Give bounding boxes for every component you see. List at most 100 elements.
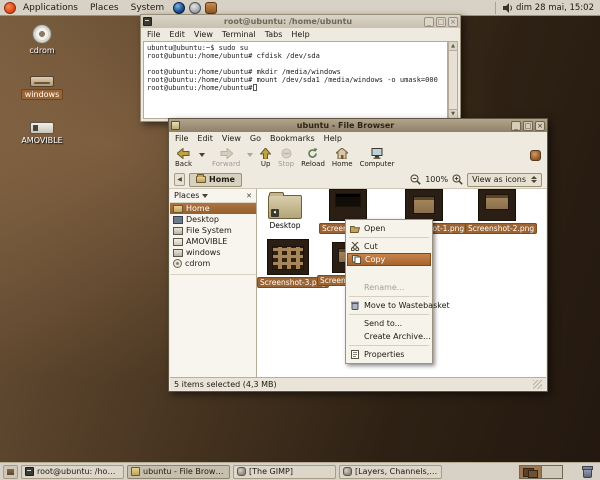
trash-icon bbox=[350, 301, 360, 310]
screenshot-3-thumbnail bbox=[267, 239, 309, 275]
minimize-button[interactable]: _ bbox=[424, 16, 434, 27]
desktop-icon-windows[interactable]: windows bbox=[10, 76, 74, 100]
menu-item-open[interactable]: Open bbox=[347, 222, 431, 235]
menu-item-copy[interactable]: Copy bbox=[347, 253, 431, 266]
desktop-icon-cdrom[interactable]: cdrom bbox=[10, 24, 74, 55]
terminal-titlebar[interactable]: root@ubuntu: /home/ubuntu _ □ × bbox=[141, 15, 460, 28]
close-button[interactable]: × bbox=[535, 120, 545, 131]
terminal-cursor bbox=[253, 84, 258, 91]
file-desktop[interactable]: Desktop bbox=[259, 192, 311, 230]
fb-menu-view[interactable]: View bbox=[222, 134, 241, 143]
forward-arrow-icon bbox=[220, 148, 233, 159]
maximize-button[interactable]: □ bbox=[436, 16, 446, 27]
panel-separator bbox=[494, 1, 496, 14]
back-button[interactable]: Back bbox=[175, 148, 192, 168]
file-screenshot-3-png[interactable]: Screenshot-3.png bbox=[257, 239, 330, 288]
desktop-icon-amovible[interactable]: AMOVIBLE bbox=[10, 122, 74, 145]
terminal-menu-edit[interactable]: Edit bbox=[169, 30, 185, 39]
help-icon[interactable] bbox=[189, 1, 202, 14]
file-screenshot-2-png[interactable]: Screenshot-2.png bbox=[465, 189, 538, 234]
file-browser-menubar: File Edit View Go Bookmarks Help bbox=[169, 132, 547, 146]
sidebar-close-icon[interactable]: ✕ bbox=[246, 192, 252, 200]
terminal-menu-view[interactable]: View bbox=[194, 30, 213, 39]
taskbar-item-terminal[interactable]: root@ubuntu: /home/ubuntu bbox=[21, 464, 124, 479]
status-text: 5 items selected (4,3 MB) bbox=[174, 379, 277, 389]
sidebar-header[interactable]: Places bbox=[174, 191, 199, 200]
sidebar-item-file-system[interactable]: File System bbox=[170, 225, 256, 236]
computer-button[interactable]: Computer bbox=[360, 148, 394, 168]
cdrom-icon bbox=[32, 24, 52, 44]
clock[interactable]: dim 28 mai, 15:02 bbox=[516, 3, 596, 13]
menu-item-cut[interactable]: Cut bbox=[347, 240, 431, 253]
menu-separator bbox=[349, 296, 429, 297]
volume-icon[interactable] bbox=[502, 2, 514, 13]
file-browser-titlebar[interactable]: ubuntu - File Browser _ □ × bbox=[169, 119, 547, 132]
sidebar-item-cdrom[interactable]: cdrom bbox=[170, 258, 256, 269]
menu-applications[interactable]: Applications bbox=[18, 2, 83, 14]
path-scroll-left-button[interactable]: ◀ bbox=[174, 173, 185, 186]
reload-button[interactable]: Reload bbox=[301, 148, 325, 168]
fb-menu-file[interactable]: File bbox=[175, 134, 188, 143]
sidebar-item-home[interactable]: Home bbox=[170, 203, 256, 214]
show-desktop-button[interactable] bbox=[3, 464, 18, 479]
removable-drive-icon bbox=[30, 122, 54, 134]
menu-item-move-to-wastebasket[interactable]: Move to Wastebasket bbox=[347, 299, 450, 312]
home-button[interactable]: Home bbox=[332, 148, 353, 168]
folder-icon bbox=[173, 204, 183, 213]
path-button-home[interactable]: Home bbox=[189, 172, 242, 187]
scroll-down-icon[interactable]: ▼ bbox=[449, 109, 457, 118]
desktop[interactable]: Applications Places System dim 28 mai, 1… bbox=[0, 0, 600, 480]
ubuntu-logo-icon[interactable] bbox=[4, 1, 16, 14]
screenshot-thumbnail bbox=[329, 189, 367, 221]
app-launcher-icon[interactable] bbox=[205, 1, 218, 14]
terminal-menu-file[interactable]: File bbox=[147, 30, 160, 39]
gimp-icon bbox=[237, 467, 246, 476]
screenshot-1-thumbnail bbox=[405, 189, 443, 221]
zoom-in-icon[interactable] bbox=[452, 174, 463, 185]
terminal-menu-help[interactable]: Help bbox=[291, 30, 309, 39]
sidebar-item-desktop[interactable]: Desktop bbox=[170, 214, 256, 225]
workspace-2[interactable] bbox=[541, 465, 562, 478]
menu-system[interactable]: System bbox=[126, 2, 170, 14]
desktop-icon-label: AMOVIBLE bbox=[21, 136, 63, 145]
taskbar-item-gimp[interactable]: [The GIMP] bbox=[233, 464, 336, 479]
firefox-icon[interactable] bbox=[173, 1, 186, 14]
taskbar-item-file-browser[interactable]: ubuntu - File Browser bbox=[127, 464, 230, 479]
maximize-button[interactable]: □ bbox=[523, 120, 533, 131]
sidebar-item-amovible[interactable]: AMOVIBLE bbox=[170, 236, 256, 247]
up-button[interactable]: Up bbox=[260, 148, 272, 168]
wastebasket-icon[interactable] bbox=[582, 465, 593, 478]
minimize-button[interactable]: _ bbox=[511, 120, 521, 131]
file-browser-icon bbox=[171, 121, 180, 130]
combo-arrows-icon bbox=[531, 176, 537, 183]
sidebar-item-windows[interactable]: windows bbox=[170, 247, 256, 258]
scroll-up-icon[interactable]: ▲ bbox=[449, 42, 457, 51]
terminal-menu-terminal[interactable]: Terminal bbox=[222, 30, 256, 39]
terminal-icon bbox=[25, 467, 34, 476]
back-history-chevron-icon[interactable] bbox=[199, 153, 205, 157]
menu-spacer bbox=[347, 266, 431, 281]
menu-item-create-archive[interactable]: Create Archive... bbox=[347, 330, 431, 343]
view-mode-select[interactable]: View as icons bbox=[467, 172, 542, 187]
fb-menu-go[interactable]: Go bbox=[250, 134, 261, 143]
menu-item-send-to[interactable]: Send to... bbox=[347, 317, 431, 330]
resize-grip[interactable] bbox=[533, 379, 542, 389]
close-button[interactable]: × bbox=[448, 16, 458, 27]
fb-menu-help[interactable]: Help bbox=[324, 134, 342, 143]
menu-places[interactable]: Places bbox=[85, 2, 124, 14]
fb-menu-edit[interactable]: Edit bbox=[197, 134, 213, 143]
menu-item-properties[interactable]: Properties bbox=[347, 348, 431, 361]
workspace-1[interactable] bbox=[520, 465, 541, 478]
zoom-out-icon[interactable] bbox=[410, 174, 421, 185]
fb-menu-bookmarks[interactable]: Bookmarks bbox=[270, 134, 315, 143]
folder-open-icon bbox=[350, 225, 360, 233]
sidebar-divider bbox=[170, 274, 256, 275]
terminal-menu-tabs[interactable]: Tabs bbox=[265, 30, 283, 39]
removable-drive-icon bbox=[173, 237, 183, 246]
zoom-level[interactable]: 100% bbox=[425, 175, 448, 184]
drive-icon bbox=[30, 76, 54, 87]
bottom-panel: root@ubuntu: /home/ubuntu ubuntu - File … bbox=[0, 462, 600, 480]
terminal-scrollbar[interactable]: ▲ ▼ bbox=[448, 41, 458, 119]
taskbar-item-gimp-layers[interactable]: [Layers, Channels, Paths, U... bbox=[339, 464, 442, 479]
terminal-output[interactable]: ubuntu@ubuntu:~$ sudo su root@ubuntu:/ho… bbox=[143, 41, 448, 119]
